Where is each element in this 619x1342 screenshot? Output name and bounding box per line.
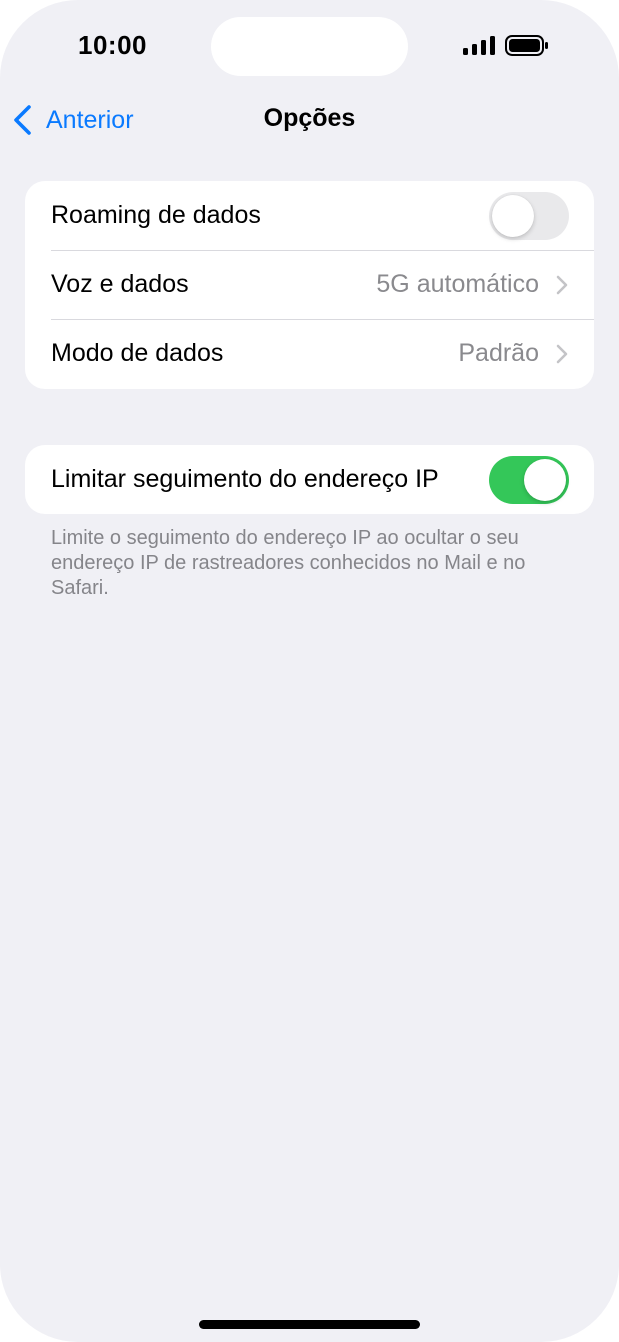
ip-tracking-footnote: Limite o seguimento do endereço IP ao oc… xyxy=(51,527,526,599)
page-title: Opções xyxy=(263,104,356,132)
cellular-signal-icon xyxy=(463,36,495,55)
row-label: Limitar seguimento do endereço IP xyxy=(51,465,439,493)
row-data-mode[interactable]: Modo de dados Padrão xyxy=(25,319,594,388)
row-label: Roaming de dados xyxy=(51,201,261,229)
toggle-knob xyxy=(524,458,566,501)
dynamic-island xyxy=(211,17,408,76)
row-voice-and-data[interactable]: Voz e dados 5G automático xyxy=(25,250,594,319)
row-value: 5G automático xyxy=(376,270,539,298)
home-indicator[interactable] xyxy=(199,1320,420,1329)
battery-icon xyxy=(505,35,548,56)
status-time: 10:00 xyxy=(78,30,147,60)
phone-screen: 10:00 Anterior Opções Roaming de dados V… xyxy=(0,0,619,1342)
chevron-right-icon xyxy=(556,275,568,294)
toggle-knob xyxy=(492,194,534,237)
row-data-roaming: Roaming de dados xyxy=(25,181,594,250)
row-value: Padrão xyxy=(458,339,539,367)
row-limit-ip-tracking: Limitar seguimento do endereço IP xyxy=(25,445,594,514)
chevron-right-icon xyxy=(556,344,568,363)
limit-ip-tracking-toggle[interactable] xyxy=(489,455,569,504)
row-label: Voz e dados xyxy=(51,270,189,298)
data-roaming-toggle[interactable] xyxy=(489,191,569,240)
ip-tracking-group: Limitar seguimento do endereço IP xyxy=(25,445,594,514)
cellular-options-group: Roaming de dados Voz e dados 5G automáti… xyxy=(25,181,594,389)
row-label: Modo de dados xyxy=(51,339,224,367)
